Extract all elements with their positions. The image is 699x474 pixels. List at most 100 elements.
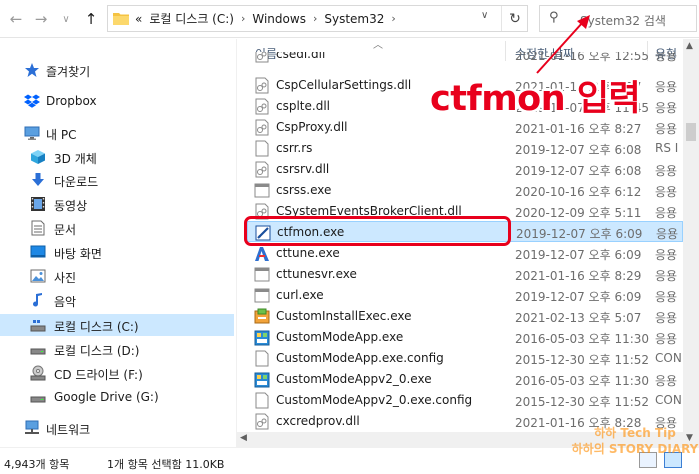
file-date: 2020-12-09 오후 5:11 <box>515 206 642 220</box>
file-row[interactable]: cttune.exe 2019-12-07 오후 6:09 응용 <box>247 243 683 264</box>
search-box[interactable]: ⚲ System32 검색 <box>539 5 697 32</box>
sidebar-item-dropbox[interactable]: Dropbox <box>0 90 234 112</box>
dll-icon <box>255 413 269 430</box>
file-date: 2016-05-03 오후 11:30 <box>515 332 650 346</box>
file-type: 응용 <box>655 164 678 178</box>
scroll-left-arrow-icon[interactable]: ◀ <box>240 433 247 443</box>
sidebar-item-downloads[interactable]: 다운로드 <box>0 169 234 191</box>
scroll-up-arrow-icon[interactable]: ▲ <box>686 41 693 51</box>
picture-icon <box>30 269 46 283</box>
breadcrumb-separator-icon[interactable]: › <box>241 12 245 25</box>
file-date: 2020-10-16 오후 6:12 <box>515 185 642 199</box>
selection-info: 1개 항목 선택함 11.0KB <box>107 458 225 471</box>
file-type: 응용 <box>655 122 678 136</box>
breadcrumb-separator-icon[interactable]: › <box>313 12 317 25</box>
file-type: 응용 <box>655 52 678 63</box>
file-row[interactable]: cttunesvr.exe 2021-01-16 오후 8:29 응용 <box>247 264 683 285</box>
recent-locations-chevron-icon[interactable]: ∨ <box>56 8 76 30</box>
file-row[interactable]: csrsrv.dll 2019-12-07 오후 6:08 응용 <box>247 159 683 180</box>
refresh-icon[interactable]: ↻ <box>501 6 528 31</box>
file-date: 2021-02-13 오후 5:07 <box>515 311 642 325</box>
breadcrumb: « 로컬 디스크 (C:) › Windows › System32 › <box>135 6 403 31</box>
download-icon <box>32 173 44 186</box>
file-row[interactable]: csedl.dll 2021-01-16 오후 12:55 응용 <box>247 52 683 65</box>
forward-arrow-icon[interactable]: → <box>31 8 51 30</box>
sidebar-item-3d-objects[interactable]: 3D 개체 <box>0 146 234 168</box>
file-row[interactable]: CustomModeAppv2_0.exe.config 2015-12-30 … <box>247 390 683 411</box>
back-arrow-icon[interactable]: ← <box>6 8 26 30</box>
file-type: 응용 <box>655 311 678 325</box>
file-name: csplte.dll <box>276 99 330 113</box>
file-date: 2021-01-16 오후 12:55 <box>515 52 650 63</box>
file-type: 응용 <box>655 206 678 220</box>
file-name: curl.exe <box>276 288 324 302</box>
file-date: 2019-12-07 오후 6:09 <box>516 227 643 241</box>
file-icon <box>255 392 269 409</box>
address-dropdown-chevron-icon[interactable]: ∨ <box>481 10 488 21</box>
file-row[interactable]: csrr.rs 2019-12-07 오후 6:08 RS I <box>247 138 683 159</box>
file-name: CspCellularSettings.dll <box>276 78 412 92</box>
file-date: 2019-12-07 오후 6:09 <box>515 248 642 262</box>
sidebar-item-label: 로컬 디스크 (C:) <box>54 320 139 334</box>
sidebar-item-this-pc[interactable]: 내 PC <box>0 122 234 144</box>
sidebar-item-local-disk-c[interactable]: 로컬 디스크 (C:) <box>0 314 234 336</box>
watermark: 하하 Tech Tip 하하의 STORY DIARY <box>570 425 699 457</box>
file-name: csrr.rs <box>276 141 313 155</box>
file-type: 응용 <box>655 269 678 283</box>
file-type: CON <box>655 393 682 407</box>
sidebar-item-favorites[interactable]: 즐겨찾기 <box>0 59 234 81</box>
file-type: 응용 <box>655 185 678 199</box>
breadcrumb-system32[interactable]: System32 <box>324 12 384 26</box>
exe-icon <box>254 267 270 282</box>
item-count: 4,943개 항목 <box>4 458 70 471</box>
sidebar-item-label: 네트워크 <box>46 423 91 437</box>
file-name: cttunesvr.exe <box>276 267 357 281</box>
sidebar-item-network[interactable]: 네트워크 <box>0 417 234 439</box>
sidebar-item-label: 동영상 <box>54 199 88 213</box>
breadcrumb-windows[interactable]: Windows <box>252 12 306 26</box>
dropbox-icon <box>24 94 40 108</box>
sidebar-item-videos[interactable]: 동영상 <box>0 193 234 215</box>
sidebar-item-pictures[interactable]: 사진 <box>0 265 234 287</box>
drive-icon <box>30 348 46 355</box>
network-icon <box>25 420 39 434</box>
file-date: 2015-12-30 오후 11:52 <box>515 353 650 367</box>
watermark-line-2: 하하의 STORY DIARY <box>571 442 699 456</box>
sidebar-item-local-disk-d[interactable]: 로컬 디스크 (D:) <box>0 338 234 360</box>
sidebar-item-label: 3D 개체 <box>54 152 97 166</box>
scrollbar-thumb[interactable] <box>686 123 696 141</box>
file-type: RS I <box>655 141 679 155</box>
file-type: CON <box>655 351 682 365</box>
file-row[interactable]: CustomInstallExec.exe 2021-02-13 오후 5:07… <box>247 306 683 327</box>
file-type: 응용 <box>655 332 678 346</box>
file-type: 응용 <box>655 290 678 304</box>
file-row[interactable]: CustomModeAppv2_0.exe 2016-05-03 오후 11:3… <box>247 369 683 390</box>
address-bar[interactable]: « 로컬 디스크 (C:) › Windows › System32 › ∨ ↻ <box>107 5 528 32</box>
file-name: CustomInstallExec.exe <box>276 309 412 323</box>
sidebar-item-desktop[interactable]: 바탕 화면 <box>0 241 234 263</box>
file-row[interactable]: curl.exe 2019-12-07 오후 6:09 응용 <box>247 285 683 306</box>
file-icon <box>255 140 269 157</box>
sidebar-item-cd-drive-f[interactable]: CD 드라이브 (F:) <box>0 362 234 384</box>
folder-icon <box>113 13 129 25</box>
file-date: 2019-12-07 오후 6:08 <box>515 143 642 157</box>
sidebar-item-documents[interactable]: 문서 <box>0 217 234 239</box>
file-icon <box>255 350 269 367</box>
breadcrumb-separator-icon[interactable]: › <box>391 12 395 25</box>
sidebar-item-google-drive-g[interactable]: Google Drive (G:) <box>0 386 234 408</box>
up-arrow-icon[interactable]: ↑ <box>81 8 101 30</box>
sidebar-item-music[interactable]: 음악 <box>0 289 234 311</box>
drive-icon <box>30 396 46 403</box>
breadcrumb-local-disk-c[interactable]: 로컬 디스크 (C:) <box>149 10 234 27</box>
file-name: csrss.exe <box>276 183 332 197</box>
sidebar-item-label: 문서 <box>54 223 77 237</box>
file-row[interactable]: CustomModeApp.exe 2016-05-03 오후 11:30 응용 <box>247 327 683 348</box>
file-row[interactable]: csrss.exe 2020-10-16 오후 6:12 응용 <box>247 180 683 201</box>
file-row[interactable]: CustomModeApp.exe.config 2015-12-30 오후 1… <box>247 348 683 369</box>
sidebar-item-label: 로컬 디스크 (D:) <box>54 344 140 358</box>
star-icon <box>25 63 39 77</box>
file-name: cxcredprov.dll <box>276 414 360 428</box>
file-type: 응용 <box>655 374 678 388</box>
breadcrumb-overflow[interactable]: « <box>135 12 142 26</box>
vertical-scrollbar[interactable]: ▲ ▼ <box>683 39 699 447</box>
